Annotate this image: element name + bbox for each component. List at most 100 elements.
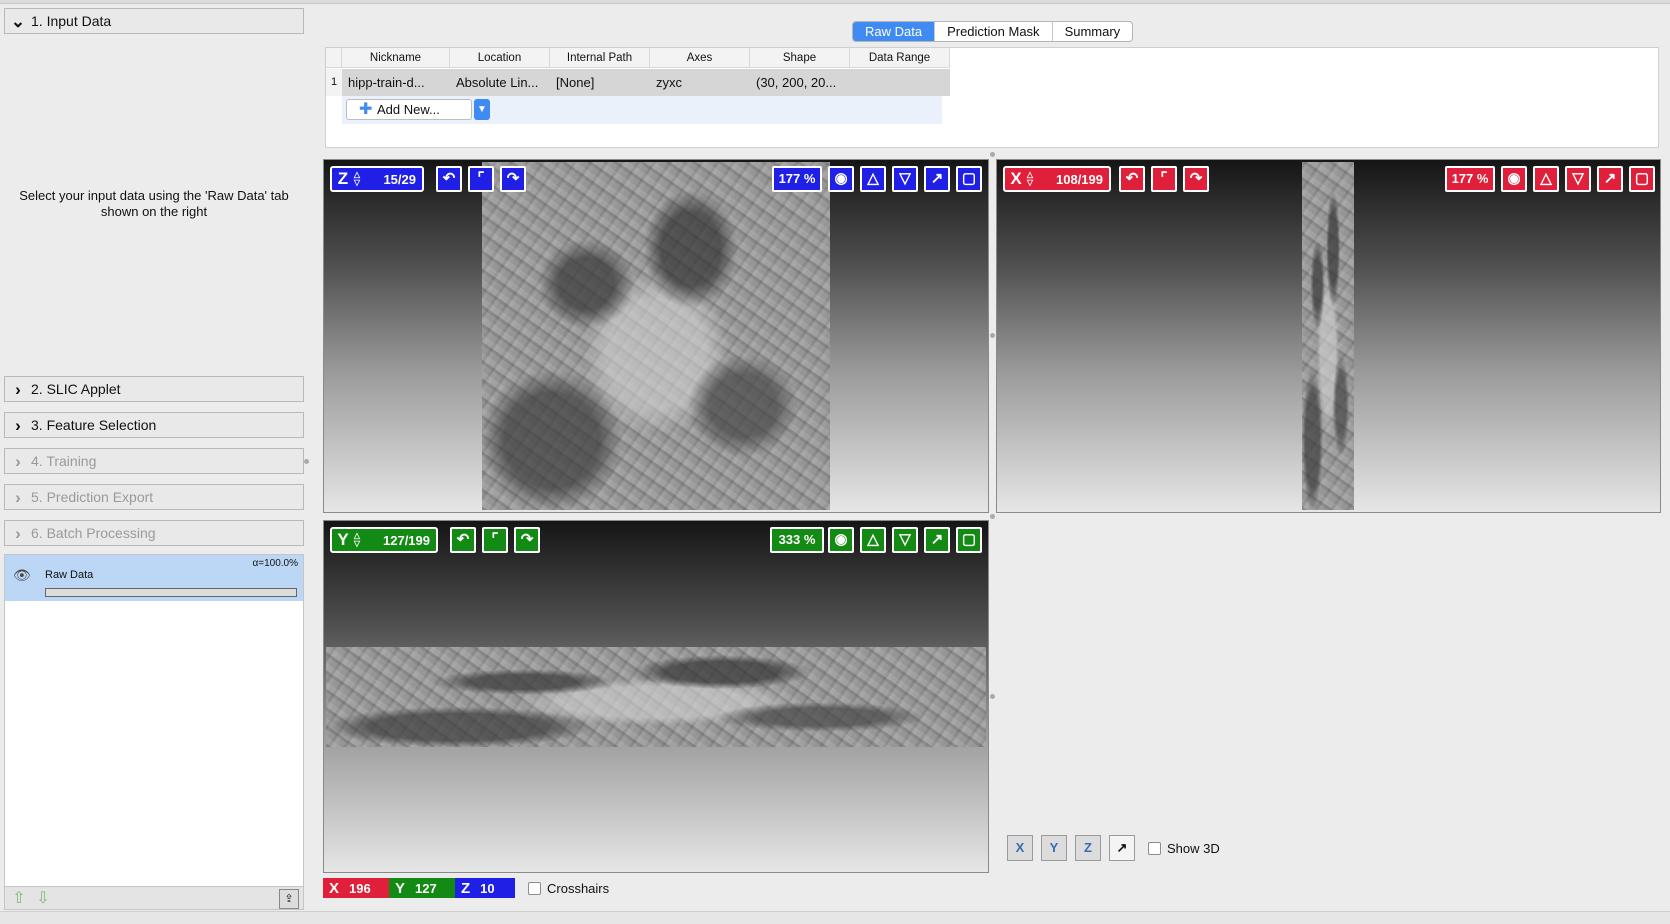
cell-shape[interactable]: (30, 200, 20... [750,69,850,96]
camera-icon[interactable]: ◉ [828,527,854,553]
export-layer-icon[interactable]: ⇪ [279,889,299,909]
viewer-y[interactable]: Y △ ▽ 127/199 ↶ ⌜ ↷ 333 % ◉ △ ▽ ↗ ▢ [323,520,989,873]
slice-down-icon[interactable]: ▽ [1565,166,1591,192]
z-position[interactable]: Z 10 [455,878,515,898]
applet-drawer-input-data[interactable]: ⌄ 1. Input Data [4,8,304,34]
zoom-level[interactable]: 333 % [770,527,824,553]
position-readout: X 196 Y 127 Z 10 [323,878,515,898]
cell-location[interactable]: Absolute Lin... [450,69,550,96]
eye-icon[interactable]: 👁 [13,567,31,584]
raw-data-image-x[interactable] [1302,162,1354,510]
applet-label: 2. SLIC Applet [31,381,121,397]
x-position[interactable]: X 196 [323,878,389,898]
y-position[interactable]: Y 127 [389,878,455,898]
show-3d-checkbox[interactable]: Show 3D [1148,841,1220,856]
splitter-handle[interactable] [990,514,995,519]
dataset-table: Nickname Location Internal Path Axes Sha… [325,47,1659,148]
applet-drawer-feature-selection[interactable]: › 3. Feature Selection [4,412,304,438]
move-layer-up-icon[interactable]: ⇧ [9,889,29,909]
spin-arrows-icon[interactable]: △ ▽ [351,532,363,548]
slice-up-icon[interactable]: △ [1533,166,1559,192]
move-layer-down-icon[interactable]: ⇩ [33,889,53,909]
checkbox-box[interactable] [1148,842,1161,855]
tab-summary[interactable]: Summary [1053,22,1133,41]
column-header-axes[interactable]: Axes [650,48,750,67]
slice-up-icon[interactable]: △ [860,166,886,192]
rotate-right-icon[interactable]: ↷ [1183,166,1209,192]
raw-data-image-z[interactable] [482,162,830,510]
cell-axes[interactable]: zyxc [650,69,750,96]
applet-drawer-batch-processing[interactable]: › 6. Batch Processing [4,520,304,546]
open-window-icon[interactable]: ↗ [924,166,950,192]
camera-icon[interactable]: ◉ [1501,166,1527,192]
maximize-icon[interactable]: ▢ [956,527,982,553]
view-x-button[interactable]: X [1007,835,1033,861]
table-header: Nickname Location Internal Path Axes Sha… [326,48,950,68]
open-window-icon[interactable]: ↗ [924,527,950,553]
add-new-dropdown-icon[interactable]: ▼ [474,99,490,120]
view-y-button[interactable]: Y [1041,835,1067,861]
x-slice-spinbox[interactable]: X △ ▽ 108/199 [1003,166,1111,192]
rotate-left-icon[interactable]: ↶ [1119,166,1145,192]
swap-axes-icon[interactable]: ⌜ [1151,166,1177,192]
rotate-left-icon[interactable]: ↶ [450,527,476,553]
chevron-right-icon: › [15,451,21,471]
slice-up-icon[interactable]: △ [860,527,886,553]
applet-drawer-training[interactable]: › 4. Training [4,448,304,474]
checkbox-label: Show 3D [1167,841,1220,856]
splitter-handle[interactable] [990,333,995,338]
table-row[interactable]: 1 hipp-train-d... Absolute Lin... [None]… [326,69,950,96]
swap-axes-icon[interactable]: ⌜ [482,527,508,553]
raw-data-image-y[interactable] [326,647,986,747]
rotate-left-icon[interactable]: ↶ [436,166,462,192]
column-header-shape[interactable]: Shape [750,48,850,67]
column-header-internal-path[interactable]: Internal Path [550,48,650,67]
tab-prediction-mask[interactable]: Prediction Mask [935,22,1053,41]
cell-nickname[interactable]: hipp-train-d... [342,69,450,96]
slice-down-icon[interactable]: ▽ [892,527,918,553]
axis-label: Z [337,169,349,188]
position-value: 196 [349,880,371,896]
tab-raw-data[interactable]: Raw Data [853,22,936,41]
axis-label: X [329,879,340,897]
spin-arrows-icon[interactable]: △ ▽ [351,171,363,187]
layer-item-raw-data[interactable]: 👁 Raw Data α=100.0% [5,555,303,601]
open-window-icon[interactable]: ↗ [1597,166,1623,192]
cell-internal-path[interactable]: [None] [550,69,650,96]
input-help-text: Select your input data using the 'Raw Da… [19,188,289,219]
maximize-icon[interactable]: ▢ [956,166,982,192]
maximize-icon[interactable]: ▢ [1629,166,1655,192]
applet-drawer-slic[interactable]: › 2. SLIC Applet [4,376,304,402]
splitter-handle[interactable] [990,694,995,699]
applet-label: 1. Input Data [31,13,112,29]
slice-down-icon[interactable]: ▽ [892,166,918,192]
viewer-x[interactable]: X △ ▽ 108/199 ↶ ⌜ ↷ 177 % ◉ △ ▽ ↗ ▢ [996,159,1661,513]
add-new-button[interactable]: ✚ Add New... [346,99,472,120]
splitter-handle[interactable] [304,459,309,464]
layer-opacity-bar[interactable] [45,588,297,597]
spin-arrows-icon[interactable]: △ ▽ [1024,171,1036,187]
rotate-right-icon[interactable]: ↷ [514,527,540,553]
column-header-data-range[interactable]: Data Range [850,48,950,67]
applet-drawer-prediction-export[interactable]: › 5. Prediction Export [4,484,304,510]
z-slice-spinbox[interactable]: Z △ ▽ 15/29 [330,166,424,192]
row-header-corner [326,48,342,67]
view-z-button[interactable]: Z [1075,835,1101,861]
splitter-handle[interactable] [990,152,995,157]
layer-opacity: α=100.0% [252,558,298,569]
crosshairs-checkbox[interactable]: Crosshairs [528,881,609,896]
checkbox-box[interactable] [528,882,541,895]
swap-axes-icon[interactable]: ⌜ [468,166,494,192]
checkbox-label: Crosshairs [547,881,610,896]
applet-label: 4. Training [31,453,97,469]
viewer-z[interactable]: Z △ ▽ 15/29 ↶ ⌜ ↷ 177 % ◉ △ ▽ ↗ ▢ [323,159,989,513]
zoom-level[interactable]: 177 % [772,166,822,192]
y-slice-spinbox[interactable]: Y △ ▽ 127/199 [330,527,438,553]
open-3d-window-button[interactable]: ↗ [1109,835,1135,861]
rotate-right-icon[interactable]: ↷ [500,166,526,192]
column-header-location[interactable]: Location [450,48,550,67]
column-header-nickname[interactable]: Nickname [342,48,450,67]
cell-data-range[interactable] [850,69,950,96]
camera-icon[interactable]: ◉ [828,166,854,192]
zoom-level[interactable]: 177 % [1445,166,1495,192]
